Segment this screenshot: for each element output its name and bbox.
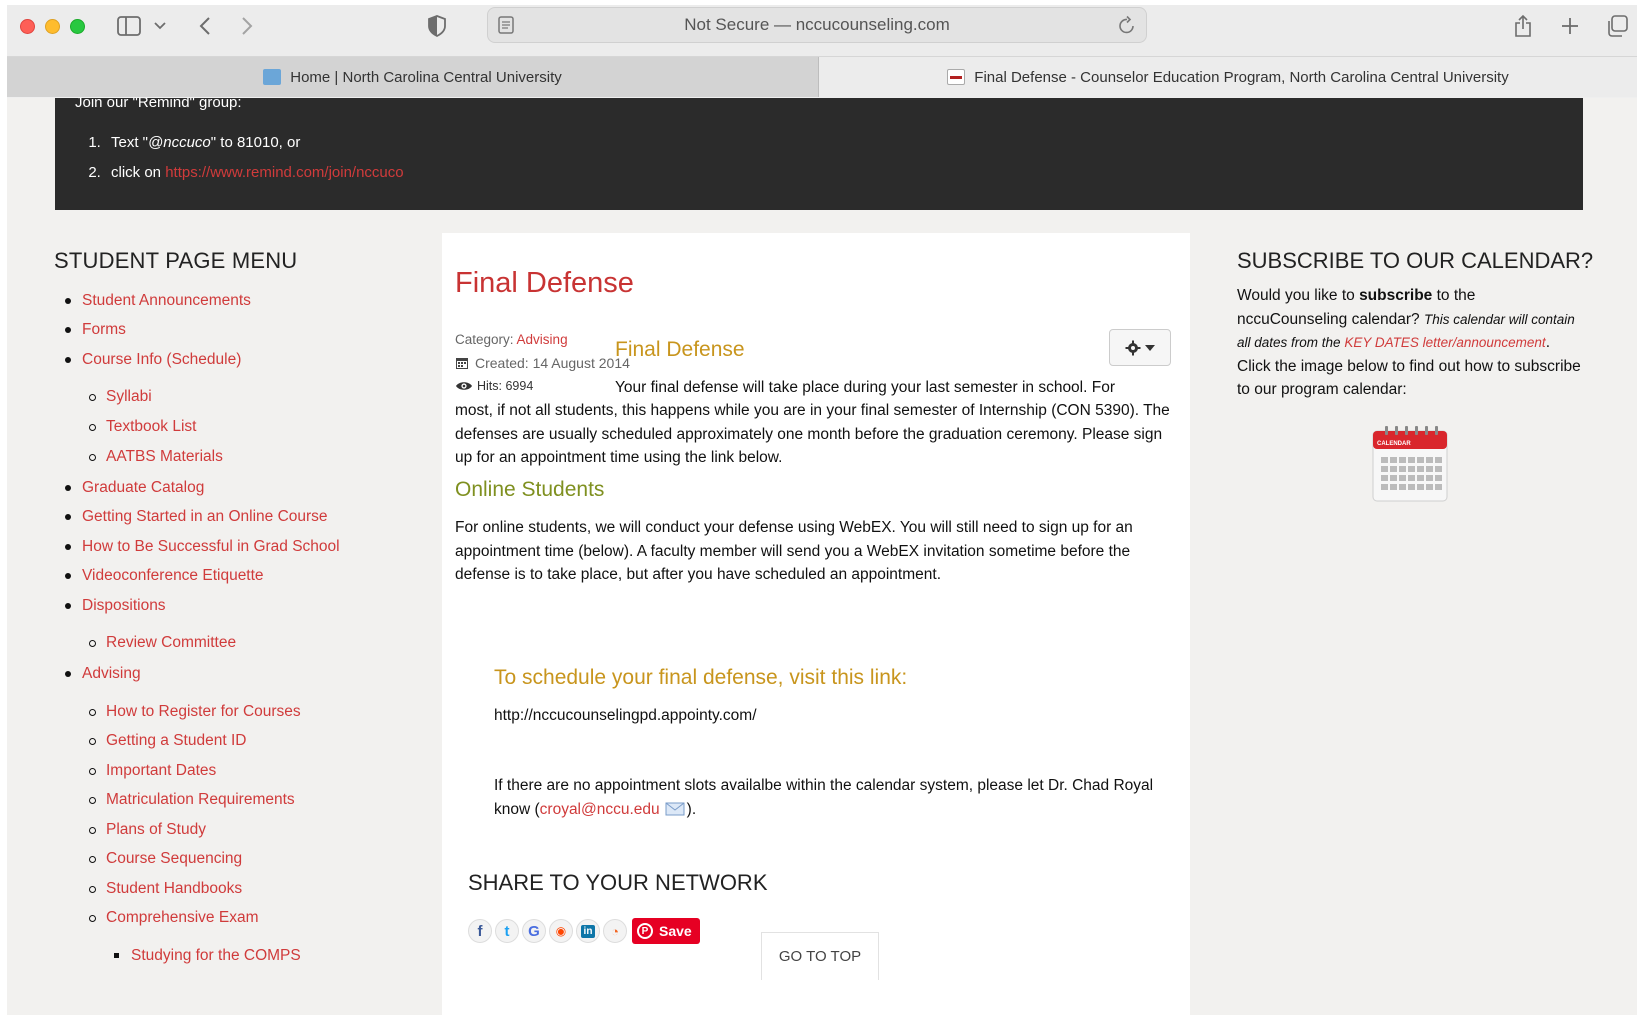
address-bar[interactable]: Not Secure — nccucounseling.com [487,7,1147,43]
privacy-shield-icon[interactable] [426,13,448,39]
chevron-down-icon[interactable] [152,13,168,39]
category-link[interactable]: Advising [517,332,568,347]
menu-item-course-info[interactable]: Course Info (Schedule) [64,351,241,369]
menu-item-graduate-catalog[interactable]: Graduate Catalog [64,479,204,497]
remind-intro: Join our "Remind" group: [75,98,242,111]
close-window-button[interactable] [20,19,35,34]
remind-steps: Text "@nccuco" to 81010, or click on htt… [105,128,404,188]
caret-down-icon [1145,344,1155,351]
paragraph-final-defense-first: Your final defense will take place durin… [615,379,1115,396]
menu-item-student-handbooks[interactable]: Student Handbooks [88,880,242,898]
article-created: Created: 14 August 2014 [455,355,630,371]
menu-item-grad-school-success[interactable]: How to Be Successful in Grad School [65,538,340,556]
nccu-favicon-icon [263,69,282,85]
reload-icon[interactable] [1118,15,1136,40]
calendar-icon [456,358,468,369]
schedule-heading: To schedule your final defense, visit th… [494,666,908,689]
menu-item-studying-comps[interactable]: Studying for the COMPS [114,947,301,965]
subscribe-title: SUBSCRIBE TO OUR CALENDAR? [1237,248,1594,273]
calendar-icon: CALENDAR [1372,426,1448,502]
tab-overview-icon[interactable] [1605,13,1629,39]
menu-item-textbook-list[interactable]: Textbook List [88,418,196,436]
contact-note: If there are no appointment slots availa… [494,777,1154,818]
share-heading: SHARE TO YOUR NETWORK [468,870,768,895]
facebook-icon[interactable]: f [468,919,492,943]
menu-item-matriculation[interactable]: Matriculation Requirements [89,791,295,809]
menu-item-student-id[interactable]: Getting a Student ID [88,732,246,750]
menu-item-getting-started[interactable]: Getting Started in an Online Course [65,508,328,526]
menu-item-advising[interactable]: Advising [65,665,141,683]
tab-label: Final Defense - Counselor Education Prog… [974,68,1509,86]
menu-item-register-courses[interactable]: How to Register for Courses [89,703,301,721]
menu-item-comprehensive-exam[interactable]: Comprehensive Exam [88,909,258,927]
article-category: Category: Advising [455,332,568,347]
svg-text:CALENDAR: CALENDAR [1377,441,1411,447]
email-link[interactable]: croyal@nccu.edu [540,801,660,818]
tab-final-defense[interactable]: Final Defense - Counselor Education Prog… [819,57,1637,97]
web-page: Join our "Remind" group: Text "@nccuco" … [7,98,1637,1015]
go-to-top-button[interactable]: GO TO TOP [761,932,879,980]
envelope-icon[interactable] [665,802,685,816]
menu-item-important-dates[interactable]: Important Dates [88,762,216,780]
calendar-image-link[interactable]: CALENDAR [1371,423,1449,503]
share-icon[interactable] [1512,13,1534,39]
page-title: Final Defense [455,267,634,299]
minimize-window-button[interactable] [45,19,60,34]
reader-icon[interactable] [498,16,514,39]
reddit-icon[interactable]: ◉ [549,919,573,943]
browser-window: Not Secure — nccucounseling.com Home | N… [7,5,1637,1015]
zoom-window-button[interactable] [70,19,85,34]
sidebar-toggle-icon[interactable] [115,13,143,39]
new-tab-icon[interactable] [1559,13,1581,39]
subscribe-text: Would you like to subscribe to the nccuC… [1237,287,1581,398]
article-panel: Final Defense Category: Advising Created… [442,233,1190,1015]
gear-icon [1125,340,1141,355]
tab-label: Home | North Carolina Central University [290,68,562,86]
menu-item-course-sequencing[interactable]: Course Sequencing [88,850,242,868]
student-menu-title: STUDENT PAGE MENU [54,248,298,273]
paragraph-online-students: For online students, we will conduct you… [455,519,1133,583]
remind-banner: Join our "Remind" group: Text "@nccuco" … [55,98,1583,210]
nccu-logo-favicon-icon [947,69,966,85]
menu-item-student-announcements[interactable]: Student Announcements [65,292,251,310]
menu-item-plans-of-study[interactable]: Plans of Study [89,821,206,839]
key-dates-link[interactable]: KEY DATES letter/announcement [1344,335,1545,350]
section-heading-final-defense: Final Defense [615,338,745,361]
pinterest-save-button[interactable]: P Save [632,918,700,944]
article-tools-button[interactable] [1109,329,1171,366]
google-icon[interactable]: G [522,919,546,943]
eye-icon [456,382,472,390]
rss-icon[interactable]: ◔ [603,919,627,943]
menu-item-review-committee[interactable]: Review Committee [88,634,236,652]
article-hits: Hits: 6994 [455,379,533,393]
section-heading-online-students: Online Students [455,478,605,501]
remind-step-2: click on https://www.remind.com/join/ncc… [105,158,404,188]
back-icon[interactable] [195,13,215,39]
menu-item-forms[interactable]: Forms [65,321,126,339]
tab-bar: Home | North Carolina Central University… [7,57,1637,97]
remind-code: @nccuco [148,134,211,151]
browser-toolbar: Not Secure — nccucounseling.com [7,5,1637,57]
menu-item-aatbs-materials[interactable]: AATBS Materials [89,448,223,466]
paragraph-final-defense: most, if not all students, this happens … [455,402,1170,466]
remind-step-1: Text "@nccuco" to 81010, or [105,128,404,158]
twitter-icon[interactable]: t [495,919,519,943]
pinterest-icon: P [637,923,653,939]
forward-icon[interactable] [237,13,257,39]
tab-home[interactable]: Home | North Carolina Central University [7,57,819,97]
share-buttons: f t G ◉ in ◔ P Save [468,918,700,944]
linkedin-icon[interactable]: in [576,919,600,943]
appointment-link[interactable]: http://nccucounselingpd.appointy.com/ [494,704,757,728]
address-text: Not Secure — nccucounseling.com [684,15,950,34]
menu-item-videoconference-etiquette[interactable]: Videoconference Etiquette [65,567,264,585]
menu-item-syllabi[interactable]: Syllabi [89,388,152,406]
remind-link[interactable]: https://www.remind.com/join/nccuco [165,164,403,181]
menu-item-dispositions[interactable]: Dispositions [65,597,166,615]
